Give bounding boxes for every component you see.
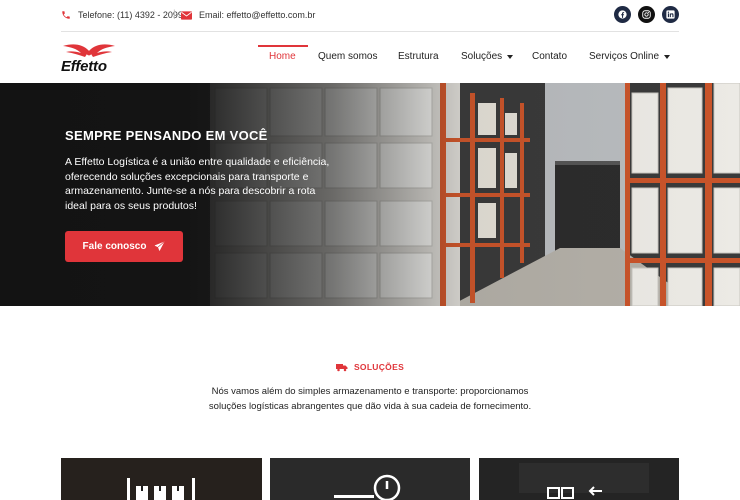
- phone-contact[interactable]: Telefone: (11) 4392 - 2099: [61, 10, 183, 20]
- envelope-icon: [181, 10, 192, 20]
- nav-servicos-online-label: Serviços Online: [589, 51, 660, 62]
- truck-icon: [335, 363, 348, 371]
- nav-solucoes-label: Soluções: [461, 51, 503, 62]
- main-nav: Home Quem somos Estrutura Soluções Conta…: [0, 33, 740, 83]
- nav-contato[interactable]: Contato: [532, 51, 567, 62]
- nav-servicos-online[interactable]: Serviços Online: [589, 51, 671, 62]
- nav-home-label: Home: [269, 51, 296, 62]
- hero-banner: SEMPRE PENSANDO EM VOCÊ A Effetto Logíst…: [0, 83, 740, 306]
- nav-quem-somos[interactable]: Quem somos: [318, 51, 377, 62]
- email-text: Email: effetto@effetto.com.br: [199, 10, 316, 20]
- nav-estrutura[interactable]: Estrutura: [398, 51, 439, 62]
- chevron-down-icon: [507, 54, 514, 59]
- top-bar: Telefone: (11) 4392 - 2099 | Email: effe…: [0, 0, 740, 32]
- pallet-boxes-icon: [61, 458, 262, 500]
- linkedin-icon[interactable]: [662, 6, 679, 23]
- phone-text: Telefone: (11) 4392 - 2099: [78, 10, 183, 20]
- phone-icon: [62, 11, 70, 19]
- nav-solucoes[interactable]: Soluções: [461, 51, 514, 62]
- hero-description: A Effetto Logística é a união entre qual…: [65, 156, 330, 212]
- email-contact[interactable]: Email: effetto@effetto.com.br: [181, 10, 315, 20]
- contact-separator: |: [173, 9, 176, 20]
- nav-estrutura-label: Estrutura: [398, 51, 439, 62]
- nav-home[interactable]: Home: [269, 51, 296, 62]
- solution-card-transporte[interactable]: [270, 458, 470, 500]
- instagram-icon[interactable]: [638, 6, 655, 23]
- fale-conosco-button[interactable]: Fale conosco: [65, 231, 183, 262]
- solution-card-armazenagem[interactable]: [61, 458, 262, 500]
- nav-contato-label: Contato: [532, 51, 568, 62]
- chevron-down-icon: [664, 54, 671, 59]
- solutions-label: SOLUÇÕES: [0, 362, 740, 372]
- cta-label: Fale conosco: [82, 241, 147, 252]
- nav-quem-somos-label: Quem somos: [318, 51, 378, 62]
- paper-plane-icon: [154, 241, 166, 252]
- solutions-label-text: SOLUÇÕES: [353, 362, 405, 372]
- solutions-description: Nós vamos além do simples armazenamento …: [208, 386, 532, 412]
- social-links: [614, 6, 679, 23]
- main-header: Effetto Home Quem somos Estrutura Soluçõ…: [0, 33, 740, 83]
- boxes-arrow-icon: [479, 458, 679, 500]
- hero-title: SEMPRE PENSANDO EM VOCÊ: [65, 128, 268, 143]
- active-indicator: [258, 45, 308, 47]
- solution-card-logistica[interactable]: [479, 458, 679, 500]
- facebook-icon[interactable]: [614, 6, 631, 23]
- clock-truck-icon: [270, 458, 470, 500]
